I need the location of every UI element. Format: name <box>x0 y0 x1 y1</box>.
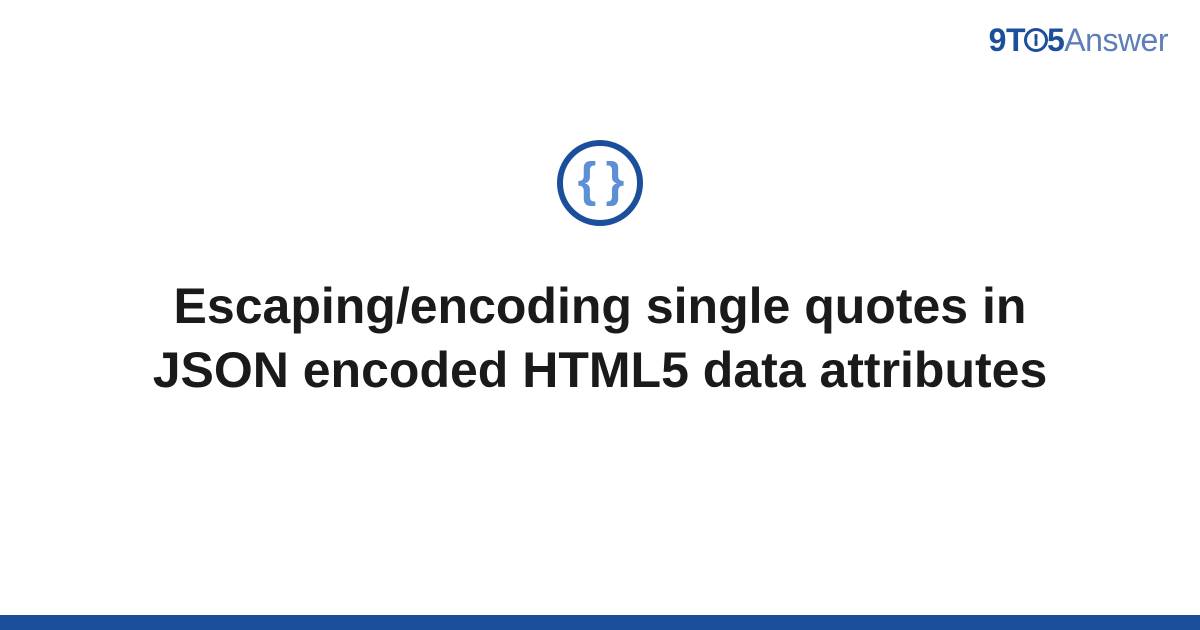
brand-text-5: 5 <box>1047 22 1064 58</box>
topic-icon-circle: { } <box>557 140 643 226</box>
page-title: Escaping/encoding single quotes in JSON … <box>100 274 1100 402</box>
footer-accent-bar <box>0 615 1200 630</box>
brand-text-9t: 9T <box>989 22 1025 58</box>
brand-logo: 9T 5Answer <box>989 22 1168 59</box>
json-braces-icon: { } <box>578 157 623 205</box>
brand-clock-icon <box>1024 28 1048 52</box>
main-content: { } Escaping/encoding single quotes in J… <box>0 140 1200 402</box>
brand-text-answer: Answer <box>1064 22 1168 58</box>
